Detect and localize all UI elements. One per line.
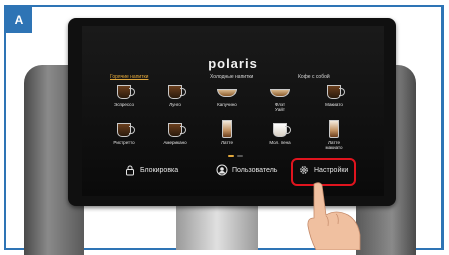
drink-label: Латте <box>221 140 233 145</box>
drink-label: Капучино <box>217 102 237 107</box>
pointing-hand-icon <box>307 182 361 250</box>
drink-americano[interactable]: Американо <box>157 119 193 145</box>
drink-latte[interactable]: Латте <box>209 119 245 145</box>
drink-label: Американо <box>163 140 187 145</box>
lock-button[interactable]: Блокировка <box>124 162 178 178</box>
drink-espresso[interactable]: Эспрессо <box>106 81 142 107</box>
drink-label: Макиато <box>325 102 343 107</box>
machine-spout-panel <box>176 200 258 250</box>
drink-milk-foam[interactable]: Мол. пена <box>262 119 298 145</box>
lock-icon <box>126 165 134 176</box>
user-icon <box>216 164 228 176</box>
drink-ristretto[interactable]: Ристретто <box>106 119 142 145</box>
drink-label: Латте макиато <box>325 140 343 150</box>
latte-macchiato-glass-icon <box>323 119 345 139</box>
page-indicator <box>228 155 243 157</box>
drink-label: Мол. пена <box>269 140 291 145</box>
tab-cold-drinks[interactable]: Холодные напитки <box>210 74 253 80</box>
tab-hot-drinks[interactable]: Горячие напитки <box>110 74 148 80</box>
flat-white-cup-icon <box>269 81 291 101</box>
tab-coffee-to-go[interactable]: Кофе с собой <box>298 74 330 80</box>
user-label: Пользователь <box>232 166 278 174</box>
drink-macchiato[interactable]: Макиато <box>316 81 352 107</box>
milk-foam-cup-icon <box>269 119 291 139</box>
page-dot-active <box>228 155 234 157</box>
drink-latte-macchiato[interactable]: Латте макиато <box>316 119 352 150</box>
cappuccino-cup-icon <box>216 81 238 101</box>
drink-label: Ристретто <box>113 140 135 145</box>
lock-label: Блокировка <box>140 166 179 174</box>
drink-flat-white[interactable]: Флэт Уайт <box>262 81 298 112</box>
drink-cappuccino[interactable]: Капучино <box>209 81 245 107</box>
americano-cup-icon <box>164 119 186 139</box>
drink-label: Эспрессо <box>114 102 134 107</box>
ristretto-cup-icon <box>113 119 135 139</box>
figure-label: A <box>6 7 32 33</box>
macchiato-cup-icon <box>323 81 345 101</box>
espresso-cup-icon <box>113 81 135 101</box>
drink-label: Флэт Уайт <box>274 102 286 112</box>
drink-label: Лунго <box>169 102 181 107</box>
drink-lungo[interactable]: Лунго <box>157 81 193 107</box>
brand-logo: polaris <box>208 56 258 71</box>
user-button[interactable]: Пользователь <box>216 162 277 178</box>
lungo-cup-icon <box>164 81 186 101</box>
latte-glass-icon <box>216 119 238 139</box>
page-dot <box>237 155 243 157</box>
